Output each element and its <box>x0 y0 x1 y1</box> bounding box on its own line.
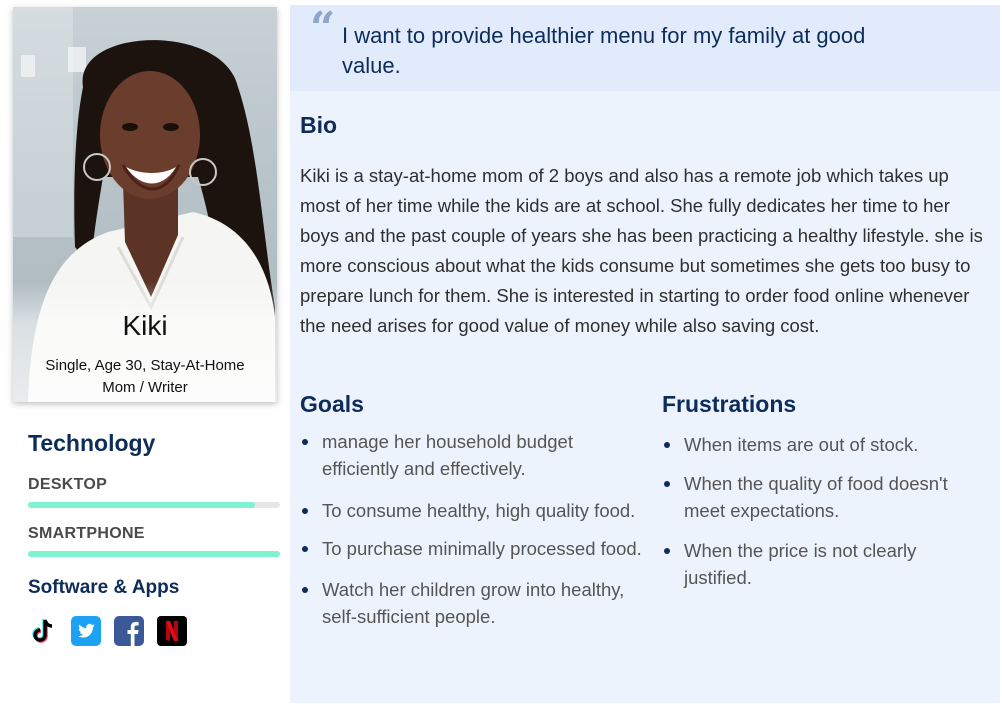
tiktok-icon <box>32 619 53 643</box>
goals-heading: Goals <box>300 391 364 417</box>
twitter-icon <box>71 616 101 646</box>
persona-quote: I want to provide healthier menu for my … <box>342 23 866 78</box>
apps-heading: Software & Apps <box>28 577 180 598</box>
technology-heading: Technology <box>28 430 156 456</box>
skill-label-smartphone: SMARTPHONE <box>28 525 145 542</box>
facebook-icon <box>114 616 144 646</box>
goal-item: manage her household budget efficiently … <box>300 428 645 482</box>
frustrations-list: When items are out of stock. When the qu… <box>662 431 982 591</box>
frustration-item: When the price is not clearly justified. <box>662 537 982 591</box>
goal-item: Watch her children grow into healthy, se… <box>300 576 645 630</box>
quote-mark-icon: “ <box>310 3 336 54</box>
persona-info: Single, Age 30, Stay-At-Home Mom / Write… <box>45 357 245 396</box>
bio-text: Kiki is a stay-at-home mom of 2 boys and… <box>300 165 983 336</box>
netflix-icon <box>157 616 187 646</box>
persona-details: Bio Kiki is a stay-at-home mom of 2 boys… <box>290 91 1000 703</box>
frustrations-heading: Frustrations <box>662 391 797 417</box>
app-icon-row <box>28 616 187 646</box>
frustration-item: When the quality of food doesn't meet ex… <box>662 470 982 524</box>
frustration-item: When items are out of stock. <box>662 431 982 458</box>
goal-item: To purchase minimally processed food. <box>300 535 645 562</box>
goals-list: manage her household budget efficiently … <box>300 428 645 630</box>
skill-bar-desktop <box>28 502 280 508</box>
quote-box: “ I want to provide healthier menu for m… <box>290 5 1000 91</box>
skill-fill-smartphone <box>28 551 280 557</box>
skill-label-desktop: DESKTOP <box>28 476 108 493</box>
skill-bar-smartphone <box>28 551 280 557</box>
persona-photo-card: Kiki Single, Age 30, Stay-At-Home Mom / … <box>13 7 277 402</box>
bio-heading: Bio <box>300 112 338 138</box>
persona-name: Kiki <box>122 310 168 341</box>
goal-item: To consume healthy, high quality food. <box>300 497 645 524</box>
skill-fill-desktop <box>28 502 255 508</box>
